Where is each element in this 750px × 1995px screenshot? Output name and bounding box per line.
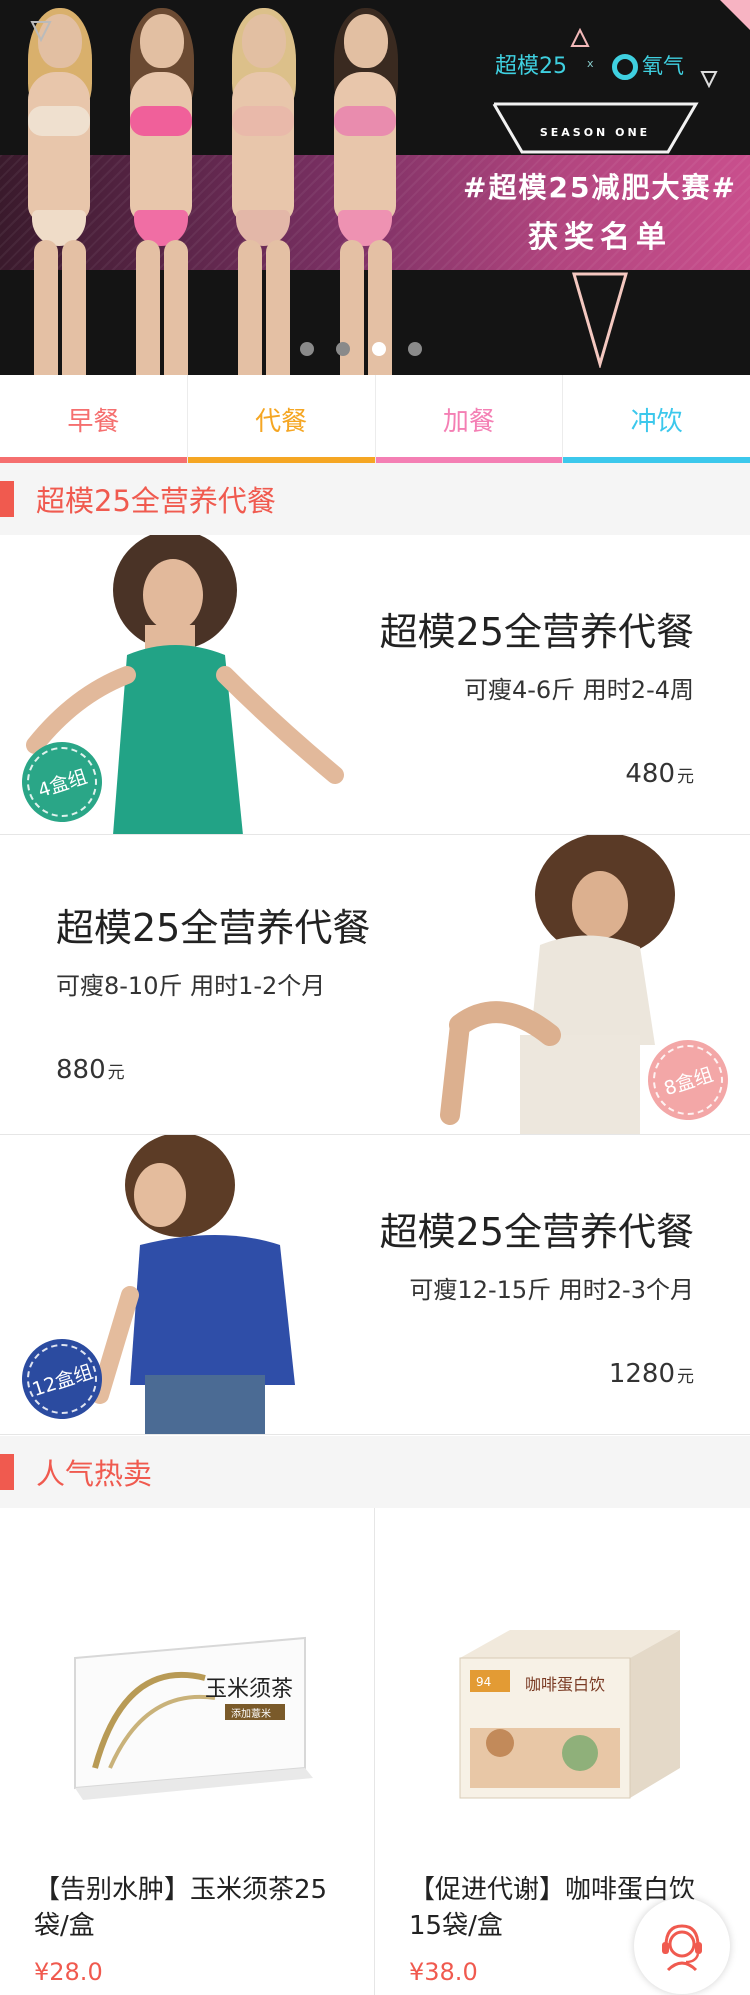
model-blue-top-image bbox=[91, 1135, 295, 1434]
section-title: 人气热卖 bbox=[36, 1457, 153, 1491]
hot-product-price: ¥38.0 bbox=[409, 1958, 478, 1986]
product-desc: 可瘦8-10斤 用时1-2个月 bbox=[56, 972, 326, 1000]
product-info: 超模25全营养代餐 可瘦8-10斤 用时1-2个月 880 元 bbox=[56, 897, 370, 1085]
hot-product-price: ¥28.0 bbox=[34, 1958, 103, 1986]
tab-snack[interactable]: 加餐 bbox=[375, 375, 564, 463]
price-value: 880 bbox=[56, 1055, 106, 1085]
section-marker bbox=[0, 481, 14, 517]
box-brand-text: 咖啡蛋白饮 bbox=[525, 1675, 605, 1694]
tab-label: 冲饮 bbox=[630, 406, 683, 437]
brand-logo-right: 氧气 bbox=[642, 54, 684, 78]
carousel-indicator bbox=[300, 342, 422, 362]
category-tabs: 早餐 代餐 加餐 冲饮 bbox=[0, 375, 750, 463]
carousel-dot[interactable] bbox=[336, 342, 350, 356]
hot-products-grid: 玉米须茶 添加薏米 【告别水肿】玉米须茶25袋/盒 ¥28.0 94 咖啡蛋白饮… bbox=[0, 1508, 750, 1995]
section-marker bbox=[0, 1454, 14, 1490]
triangle-deco-icon bbox=[30, 21, 52, 42]
product-price: 480 元 bbox=[380, 759, 694, 789]
badge-label: 8盒组 bbox=[661, 1063, 716, 1100]
triangle-deco-icon bbox=[570, 28, 590, 47]
product-desc: 可瘦12-15斤 用时2-3个月 bbox=[409, 1276, 694, 1304]
carousel-dot[interactable] bbox=[300, 342, 314, 356]
headset-agent-icon bbox=[662, 1924, 702, 1972]
oxygen-logo-icon bbox=[612, 54, 638, 80]
product-info: 超模25全营养代餐 可瘦12-15斤 用时2-3个月 1280 元 bbox=[380, 1201, 694, 1389]
price-value: 1280 bbox=[608, 1359, 675, 1389]
product-name: 超模25全营养代餐 bbox=[56, 906, 371, 950]
tab-meal-replacement[interactable]: 代餐 bbox=[187, 375, 376, 463]
product-name: 超模25全营养代餐 bbox=[379, 610, 694, 654]
carousel-dot[interactable] bbox=[408, 342, 422, 356]
product-row[interactable]: 超模25全营养代餐 可瘦8-10斤 用时1-2个月 880 元 8盒组 bbox=[0, 835, 750, 1135]
badge-label: 12盒组 bbox=[29, 1360, 96, 1401]
tab-breakfast[interactable]: 早餐 bbox=[0, 375, 188, 463]
section-title: 超模25全营养代餐 bbox=[36, 484, 276, 518]
box-brand-text: 玉米须茶 bbox=[205, 1677, 293, 1702]
price-unit: 元 bbox=[677, 1367, 694, 1387]
section-header-hot: 人气热卖 bbox=[0, 1436, 750, 1508]
tab-label: 代餐 bbox=[255, 406, 308, 437]
carousel-dot-active[interactable] bbox=[372, 342, 386, 356]
badge-label: 4盒组 bbox=[35, 765, 90, 802]
brand-logo-left: 超模25 bbox=[495, 54, 567, 79]
customer-service-button[interactable] bbox=[634, 1898, 730, 1994]
box-sub-text: 添加薏米 bbox=[231, 1707, 271, 1720]
banner-models-image bbox=[10, 0, 430, 375]
coffee-protein-box-image: 94 咖啡蛋白饮 bbox=[459, 1630, 680, 1799]
price-unit: 元 bbox=[677, 767, 694, 787]
triangle-deco-icon bbox=[720, 0, 750, 30]
product-row[interactable]: 4盒组 超模25全营养代餐 可瘦4-6斤 用时2-4周 480 元 bbox=[0, 535, 750, 835]
product-desc: 可瘦4-6斤 用时2-4周 bbox=[463, 676, 694, 704]
product-row[interactable]: 12盒组 超模25全营养代餐 可瘦12-15斤 用时2-3个月 1280 元 bbox=[0, 1135, 750, 1435]
season-frame: SEASON ONE bbox=[492, 106, 698, 152]
price-unit: 元 bbox=[107, 1063, 125, 1083]
product-info: 超模25全营养代餐 可瘦4-6斤 用时2-4周 480 元 bbox=[380, 601, 694, 789]
contest-title: #超模25减肥大赛# bbox=[463, 171, 737, 204]
product-name: 超模25全营养代餐 bbox=[379, 1210, 694, 1254]
triangle-deco-icon bbox=[700, 71, 718, 88]
product-price: 880 元 bbox=[56, 1055, 370, 1085]
product-price: 1280 元 bbox=[380, 1359, 694, 1389]
tab-label: 早餐 bbox=[67, 406, 120, 437]
corn-silk-tea-box-image: 玉米须茶 添加薏米 bbox=[74, 1636, 313, 1800]
tab-label: 加餐 bbox=[442, 406, 495, 437]
box-sub-text: 94 bbox=[476, 1675, 491, 1689]
promo-banner[interactable]: 超模25 x 氧气 SEASON ONE #超模25减肥大赛# 获奖名单 bbox=[0, 0, 750, 375]
triangle-deco-icon bbox=[572, 272, 628, 368]
tab-drinks[interactable]: 冲饮 bbox=[563, 375, 750, 463]
season-label: SEASON ONE bbox=[539, 126, 651, 139]
contest-subtitle: 获奖名单 bbox=[528, 220, 672, 255]
brand-separator: x bbox=[587, 57, 594, 70]
section-header-meal: 超模25全营养代餐 bbox=[0, 463, 750, 535]
hot-product-title: 【告别水肿】玉米须茶25袋/盒 bbox=[34, 1875, 328, 1941]
hot-product-card[interactable]: 玉米须茶 添加薏米 【告别水肿】玉米须茶25袋/盒 ¥28.0 bbox=[0, 1508, 375, 1995]
price-value: 480 bbox=[625, 759, 675, 789]
